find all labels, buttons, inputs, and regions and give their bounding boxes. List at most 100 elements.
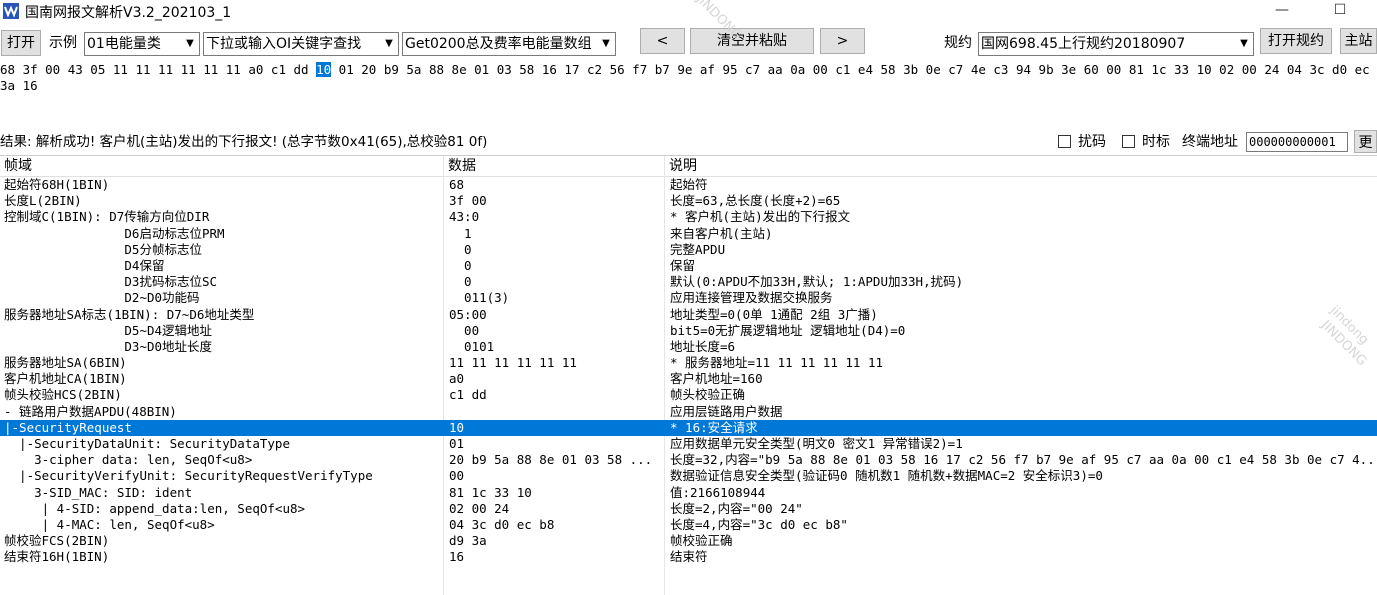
oi-search-value: 下拉或输入OI关键字查找 [206,36,362,52]
cell-data: 11 11 11 11 11 11 [449,355,577,371]
chevron-down-icon: ▼ [1235,33,1253,55]
cell-desc: 来自客户机(主站) [670,225,773,241]
table-row[interactable]: - 链路用户数据APDU(48BIN) 应用层链路用户数据 [0,404,1377,420]
hex-input-area[interactable]: 68 3f 00 43 05 11 11 11 11 11 11 a0 c1 d… [0,62,1377,126]
cell-desc: 长度=2,内容="00 24" [670,500,803,516]
terminal-address-input[interactable]: 000000000001 [1246,132,1348,152]
cell-data: 0 [449,274,472,290]
example-label: 示例 [49,35,77,51]
hex-text-line2: 3a 16 [0,78,38,93]
chevron-down-icon: ▼ [181,33,199,55]
table-row[interactable]: D3扰码标志位SC 0 默认(0:APDU不加33H,默认; 1:APDU加33H… [0,274,1377,290]
cell-field: D6启动标志位PRM [4,225,225,241]
cell-desc: 默认(0:APDU不加33H,默认; 1:APDU加33H,扰码) [670,274,964,290]
cell-data: 00 [449,322,480,338]
window-title: 国南网报文解析V3.2_202103_1 [25,5,232,21]
timestamp-checkbox[interactable] [1122,135,1135,148]
table-row[interactable]: 控制域C(1BIN): D7传输方向位DIR 43:0 * 客户机(主站)发出的下行… [0,209,1377,225]
next-button[interactable]: > [820,28,865,54]
scramble-checkbox[interactable] [1058,135,1071,148]
table-row[interactable]: |-SecurityDataUnit: SecurityDataType 01 应用… [0,436,1377,452]
table-row[interactable]: D5分帧标志位 0 完整APDU [0,242,1377,258]
cell-data [449,404,661,420]
get-select[interactable]: Get0200总及费率电能量数组 ▼ [402,32,616,56]
protocol-select[interactable]: 国网698.45上行规约20180907 ▼ [978,32,1254,56]
cell-field: 服务器地址SA(6BIN) [4,355,127,371]
cell-desc: bit5=0无扩展逻辑地址 逻辑地址(D4)=0 [670,322,906,338]
example-select[interactable]: 01电能量类 ▼ [84,32,200,56]
cell-desc: 应用数据单元安全类型(明文0 密文1 异常错误2)=1 [670,436,963,451]
minimize-button[interactable]: — [1262,0,1302,22]
cell-desc: * 客户机(主站)发出的下行报文 [670,209,851,225]
cell-desc: 地址长度=6 [670,338,736,354]
cell-field: 长度L(2BIN) [4,193,82,209]
cell-field: 3-cipher data: len, SeqOf<u8> [4,452,253,468]
cell-field: |-SecurityRequest [4,419,132,435]
table-row[interactable]: D6启动标志位PRM 1 来自客户机(主站) [0,226,1377,242]
table-row[interactable]: |-SecurityVerifyUnit: SecurityRequestVer… [0,468,1377,484]
table-row[interactable]: D5~D4逻辑地址 00 bit5=0无扩展逻辑地址 逻辑地址(D4)=0 [0,323,1377,339]
cell-field: 客户机地址CA(1BIN) [4,371,127,387]
cell-desc: 帧校验正确 [670,533,733,549]
cell-data: 16 [449,549,465,565]
master-station-button[interactable]: 主站 [1340,28,1377,54]
table-row[interactable]: 结束符16H(1BIN) 16 结束符 [0,549,1377,565]
cell-field: D2~D0功能码 [4,290,200,306]
cell-desc: 帧头校验正确 [670,387,746,403]
more-button[interactable]: 更 [1354,130,1377,153]
cell-data: 68 [449,177,465,192]
open-button[interactable]: 打开 [1,30,41,56]
table-row[interactable]: D4保留 0 保留 [0,258,1377,274]
cell-data: 011(3) [449,290,510,306]
table-row[interactable]: 帧头校验HCS(2BIN) c1 dd 帧头校验正确 [0,387,1377,403]
hex-text-after: 01 20 b9 5a 88 8e 01 03 58 16 17 c2 56 f… [331,62,1377,77]
protocol-label: 规约 [944,35,972,51]
cell-field: 帧校验FCS(2BIN) [4,533,110,549]
table-row[interactable]: 服务器地址SA(6BIN) 11 11 11 11 11 11 * 服务器地址=11… [0,355,1377,371]
table-row[interactable]: | 4-MAC: len, SeqOf<u8> 04 3c d0 ec b8 长度=… [0,517,1377,533]
table-row[interactable]: 长度L(2BIN) 3f 00 长度=63,总长度(长度+2)=65 [0,193,1377,209]
cell-desc: * 服务器地址=11 11 11 11 11 11 [670,355,884,371]
cell-field: - 链路用户数据APDU(48BIN) [4,403,177,419]
table-row[interactable]: 起始符68H(1BIN) 68 起始符 [0,177,1377,193]
cell-desc: 值:2166108944 [670,484,766,500]
cell-desc: 应用层链路用户数据 [670,403,783,419]
cell-field: D3扰码标志位SC [4,274,218,290]
grid-header: 帧域 数据 说明 [0,156,1377,177]
column-header-desc[interactable]: 说明 [665,156,1377,176]
table-row[interactable]: |-SecurityRequest 10 * 16:安全请求 [0,419,1377,436]
title-bar: 国南网报文解析V3.2_202103_1 — ☐ [0,0,1377,22]
cell-data: 01 [449,436,465,451]
table-row[interactable]: | 4-SID: append_data:len, SeqOf<u8> 02 00… [0,501,1377,517]
cell-field: 帧头校验HCS(2BIN) [4,387,122,403]
table-row[interactable]: D3~D0地址长度 0101 地址长度=6 [0,339,1377,355]
hex-selected-byte: 10 [316,62,332,77]
cell-data: 04 3c d0 ec b8 [449,516,555,532]
column-header-data[interactable]: 数据 [444,156,665,176]
table-row[interactable]: D2~D0功能码 011(3) 应用连接管理及数据交换服务 [0,290,1377,306]
column-header-field[interactable]: 帧域 [0,156,444,176]
chevron-down-icon: ▼ [597,33,615,55]
maximize-button[interactable]: ☐ [1320,0,1360,22]
cell-data: 0101 [449,338,495,354]
cell-data: 02 00 24 [449,500,510,516]
app-logo-icon [3,3,19,19]
table-row[interactable]: 客户机地址CA(1BIN) a0 客户机地址=160 [0,371,1377,387]
cell-desc: 地址类型=0(0单 1通配 2组 3广播) [670,306,878,322]
oi-search-select[interactable]: 下拉或输入OI关键字查找 ▼ [203,32,399,56]
table-row[interactable]: 帧校验FCS(2BIN) d9 3a 帧校验正确 [0,533,1377,549]
timestamp-label: 时标 [1142,134,1170,150]
table-row[interactable]: 服务器地址SA标志(1BIN): D7~D6地址类型 05:00 地址类型=0(0单… [0,307,1377,323]
clear-paste-button[interactable]: 清空并粘贴 [690,28,814,54]
cell-field: 控制域C(1BIN): D7传输方向位DIR [4,209,210,225]
cell-desc: 保留 [670,257,696,273]
prev-button[interactable]: < [640,28,685,54]
hex-text-before: 68 3f 00 43 05 11 11 11 11 11 11 a0 c1 d… [0,62,317,77]
table-row[interactable]: 3-cipher data: len, SeqOf<u8> 20 b9 5a 88… [0,452,1377,468]
cell-data: 20 b9 5a 88 8e 01 03 58 ... [449,452,653,468]
cell-data: 1 [449,225,472,241]
cell-desc: 完整APDU [670,241,726,257]
open-protocol-button[interactable]: 打开规约 [1260,28,1332,54]
table-row[interactable]: 3-SID_MAC: SID: ident 81 1c 33 10 值:216610… [0,485,1377,501]
toolbar: 打开 示例 01电能量类 ▼ 下拉或输入OI关键字查找 ▼ Get0200总及费… [0,27,1377,61]
